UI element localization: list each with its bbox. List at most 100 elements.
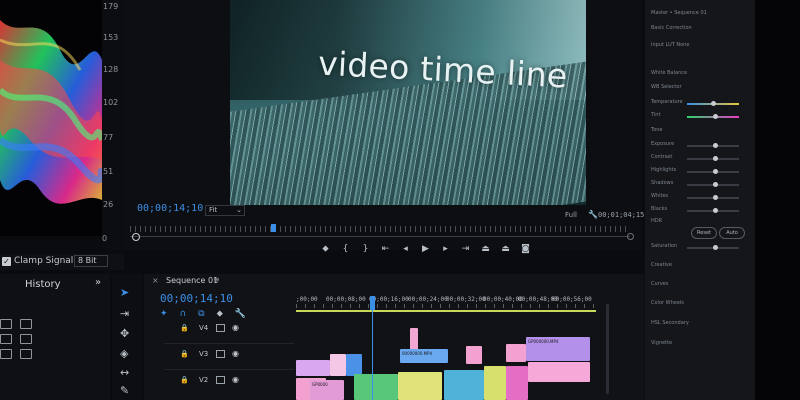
ruler-label: 00;00;32;00	[446, 296, 486, 303]
step-back-icon[interactable]: ◂	[400, 244, 411, 254]
timeline-clip[interactable]	[346, 354, 362, 376]
play-icon[interactable]: ▶	[420, 244, 431, 254]
sequence-tab[interactable]: Sequence 01	[166, 276, 218, 285]
resolution-select[interactable]: Full	[565, 211, 577, 219]
tint-slider[interactable]	[687, 114, 739, 119]
marker-icon[interactable]: ⬥	[320, 244, 331, 254]
monitor-time-ruler[interactable]	[130, 226, 630, 232]
timeline-clip[interactable]	[296, 360, 330, 376]
lock-icon[interactable]: 🔒	[180, 376, 189, 384]
export-frame-icon[interactable]: ◙	[520, 244, 531, 254]
mark-out-icon[interactable]: }	[360, 244, 371, 254]
timeline-scrollbar[interactable]	[606, 304, 609, 394]
exposure-slider[interactable]	[687, 143, 739, 148]
timeline-clip[interactable]	[330, 354, 346, 376]
mark-in-icon[interactable]: {	[340, 244, 351, 254]
ruler-label: ;00;00	[296, 296, 318, 303]
monitor-scrub-bar[interactable]	[130, 236, 630, 237]
monitor-playhead[interactable]	[271, 224, 276, 232]
lumetri-row[interactable]: WB Selector	[651, 84, 682, 90]
sync-lock-icon[interactable]	[216, 376, 225, 384]
history-item-icon[interactable]	[0, 319, 12, 329]
eye-icon[interactable]: ◉	[232, 349, 239, 358]
track-select-tool-icon[interactable]: ⇥	[120, 307, 129, 320]
zoom-handle-end[interactable]	[627, 233, 634, 240]
transport-controls: ⬥ { } ⇤ ◂ ▶ ▸ ⇥ ⏏ ⏏ ◙	[320, 244, 531, 254]
playhead-timecode[interactable]: 00;00;14;10	[137, 203, 203, 214]
zoom-handle-start[interactable]	[132, 233, 140, 241]
eye-icon[interactable]: ◉	[232, 323, 239, 332]
highlights-slider[interactable]	[687, 169, 739, 174]
lumetri-section-color-wheels[interactable]: Color Wheels	[651, 300, 684, 306]
lumetri-row[interactable]: White Balance	[651, 70, 687, 76]
close-icon[interactable]: ×	[152, 276, 159, 285]
history-item-icon[interactable]	[20, 349, 32, 359]
ripple-edit-tool-icon[interactable]: ✥	[120, 327, 129, 340]
timeline-timecode[interactable]: 00;00;14;10	[160, 292, 233, 305]
timeline-clip[interactable]	[410, 328, 418, 350]
timeline-clip[interactable]	[528, 362, 590, 382]
history-item-icon[interactable]	[0, 349, 12, 359]
lumetri-section-hsl[interactable]: HSL Secondary	[651, 320, 689, 326]
go-to-in-icon[interactable]: ⇤	[380, 244, 391, 254]
slip-tool-icon[interactable]: ↔	[120, 366, 129, 379]
selection-tool-icon[interactable]: ➤	[120, 286, 129, 299]
lumetri-row[interactable]: Basic Correction	[651, 25, 692, 31]
timeline-clip[interactable]	[484, 366, 506, 400]
timeline-clip[interactable]	[506, 344, 526, 362]
step-forward-icon[interactable]: ▸	[440, 244, 451, 254]
lumetri-section-creative[interactable]: Creative	[651, 262, 672, 268]
extract-icon[interactable]: ⏏	[500, 244, 511, 254]
eye-icon[interactable]: ◉	[232, 375, 239, 384]
program-monitor-video[interactable]: video time line	[230, 0, 586, 205]
timeline-clip[interactable]	[398, 372, 442, 400]
sync-lock-icon[interactable]	[216, 350, 225, 358]
timeline-clip[interactable]	[354, 374, 398, 400]
blacks-slider[interactable]	[687, 208, 739, 213]
scale-label: 102	[103, 98, 119, 107]
sync-lock-icon[interactable]	[216, 324, 225, 332]
clamp-signal-checkbox[interactable]: ✓	[2, 257, 11, 266]
wrench-icon[interactable]: 🔧	[588, 210, 598, 219]
track-header-v2[interactable]: 🔒 V2 ◉	[164, 370, 294, 394]
work-area-bar[interactable]	[296, 310, 596, 312]
history-item-icon[interactable]	[0, 334, 12, 344]
bit-depth-select[interactable]: 8 Bit	[74, 255, 108, 267]
history-item-icon[interactable]	[20, 334, 32, 344]
timeline-clip[interactable]: GP000000.MP4	[526, 337, 590, 361]
shadows-slider[interactable]	[687, 182, 739, 187]
whites-slider[interactable]	[687, 195, 739, 200]
track-header-v3[interactable]: 🔒 V3 ◉	[164, 344, 294, 368]
temperature-slider[interactable]	[687, 101, 739, 106]
lumetri-row: Shadows	[651, 180, 674, 186]
ruler-label: 00;00;24;00	[408, 296, 448, 303]
timeline-playhead[interactable]	[370, 296, 375, 310]
contrast-slider[interactable]	[687, 156, 739, 161]
history-item-icon[interactable]	[20, 319, 32, 329]
panel-overflow-icon[interactable]: »	[95, 277, 101, 288]
timeline-clip[interactable]: 00000000.MP4	[400, 349, 448, 363]
lumetri-section-curves[interactable]: Curves	[651, 281, 668, 287]
zoom-select[interactable]: Fit ⌄	[205, 205, 245, 216]
lift-icon[interactable]: ⏏	[480, 244, 491, 254]
timeline-clip[interactable]	[466, 346, 482, 364]
pen-tool-icon[interactable]: ✎	[120, 384, 129, 397]
history-tab[interactable]: History	[25, 279, 61, 290]
lumetri-section-vignette[interactable]: Vignette	[651, 340, 672, 346]
lumetri-row[interactable]: Input LUT None	[651, 42, 689, 48]
lock-icon[interactable]: 🔒	[180, 350, 189, 358]
lock-icon[interactable]: 🔒	[180, 324, 189, 332]
timeline-clip[interactable]	[506, 366, 528, 400]
panel-menu-icon[interactable]: ≡	[213, 275, 220, 284]
timeline-clip[interactable]	[444, 370, 484, 400]
reset-button[interactable]: Reset	[691, 227, 717, 239]
timeline-clip[interactable]: GP0000	[310, 380, 344, 400]
razor-tool-icon[interactable]: ◈	[120, 347, 128, 360]
go-to-out-icon[interactable]: ⇥	[460, 244, 471, 254]
ruler-label: 00;00;40;00	[483, 296, 523, 303]
ruler-label: 00;00;08;00	[326, 296, 366, 303]
saturation-slider[interactable]	[687, 245, 739, 250]
auto-button[interactable]: Auto	[719, 227, 745, 239]
track-header-v4[interactable]: 🔒 V4 ◉	[164, 318, 294, 342]
lumetri-row[interactable]: HDR	[651, 218, 662, 224]
